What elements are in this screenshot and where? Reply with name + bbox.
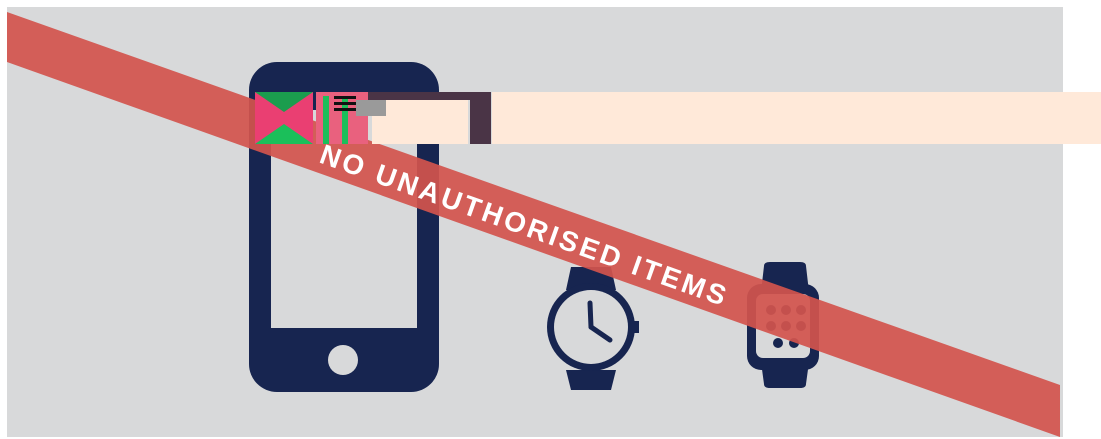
overlay-artifact bbox=[255, 92, 1101, 144]
prohibited-items-illustration: NO UNAUTHORISED ITEMS bbox=[7, 7, 1101, 437]
